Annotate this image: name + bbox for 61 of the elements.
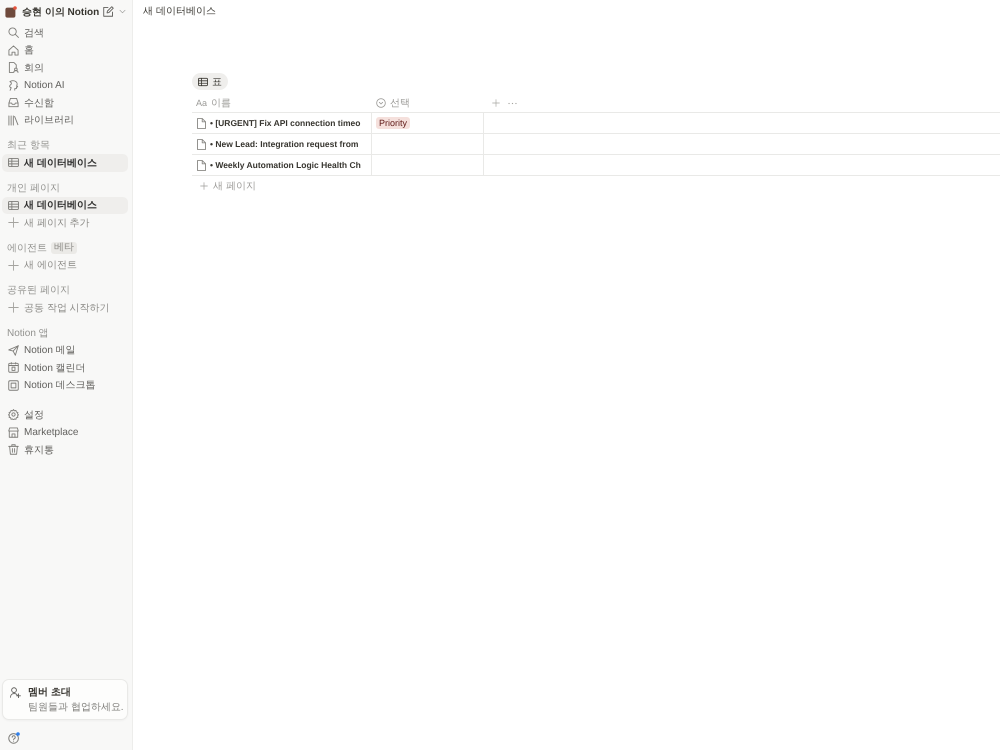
trash-icon: [8, 444, 19, 456]
sidebar-item[interactable]: 홈: [2, 42, 128, 59]
sidebar-item[interactable]: Notion 데스크톱: [2, 376, 128, 394]
sidebar-item[interactable]: Notion 캘린더: [2, 359, 128, 376]
row-title[interactable]: • [URGENT] Fix API connection timeo: [210, 118, 360, 128]
section-title: 공유된 페이지: [7, 284, 70, 297]
sidebar-item[interactable]: 회의: [2, 59, 128, 76]
sidebar-item[interactable]: 검색: [2, 24, 128, 42]
section-title: 에이전트: [7, 242, 47, 254]
person-plus-icon: [10, 686, 21, 698]
sidebar-item[interactable]: 새 데이터베이스: [2, 154, 128, 172]
plus-icon: [8, 260, 19, 271]
sidebar-item[interactable]: 라이브러리: [2, 112, 128, 129]
help-icon[interactable]: [8, 732, 20, 744]
plus-icon: [200, 182, 208, 190]
document-icon: [196, 138, 207, 150]
sidebar-item[interactable]: 수신함: [2, 94, 128, 112]
search-icon: [8, 27, 19, 38]
beta-badge: 베타: [51, 242, 77, 254]
plus-icon: [8, 302, 19, 314]
inbox-icon: [8, 97, 19, 108]
chevron-circle-icon: [376, 98, 386, 108]
sidebar-item[interactable]: 설정: [2, 406, 128, 424]
workspace-switcher[interactable]: 승현 이의 Notion: [2, 3, 102, 20]
view-tab[interactable]: 표: [192, 73, 228, 90]
settings-icon: [8, 409, 19, 420]
sidebar-item[interactable]: Notion 메일: [2, 342, 128, 359]
section-title: 최근 항목: [7, 139, 50, 152]
plus-icon[interactable]: [492, 99, 500, 107]
row-title[interactable]: • Weekly Automation Logic Health Ch: [210, 160, 361, 170]
plus-icon: [8, 217, 19, 228]
breadcrumb-link[interactable]: 새 데이터베이스: [142, 4, 217, 18]
document-person-icon: [8, 62, 19, 74]
window-icon: [8, 380, 19, 391]
chevron-down-icon[interactable]: [119, 8, 126, 15]
shop-icon: [8, 426, 19, 438]
row-title[interactable]: • New Lead: Integration request from: [210, 139, 358, 149]
sidebar-item[interactable]: 공동 작업 시작하기: [2, 299, 128, 316]
section-title: Notion 앱: [7, 326, 49, 340]
table-icon: [8, 200, 19, 211]
card-title: 멤버 초대: [28, 686, 72, 699]
sidebar-item[interactable]: Notion AI: [2, 76, 128, 94]
compose-icon[interactable]: [103, 6, 114, 17]
books-icon: [8, 114, 19, 126]
calendar-icon: [8, 362, 19, 374]
section-title: 개인 페이지: [7, 182, 60, 194]
card-subtitle: 팀원들과 협업하세요.: [28, 701, 124, 714]
sidebar-item[interactable]: 휴지통: [2, 441, 128, 458]
head-profile-icon: [8, 80, 19, 91]
select-tag: Priority: [376, 117, 410, 129]
table-icon: [198, 76, 208, 86]
paper-plane-icon: [8, 344, 19, 356]
sidebar-item[interactable]: 새 데이터베이스: [2, 196, 128, 214]
sidebar-item[interactable]: 새 페이지 추가: [2, 214, 128, 232]
table-icon: [8, 157, 19, 168]
home-icon: [8, 44, 19, 56]
sidebar-item[interactable]: Marketplace: [2, 424, 128, 441]
document-icon: [196, 160, 207, 170]
sidebar-item[interactable]: 새 에이전트: [2, 256, 128, 274]
workspace-avatar-icon: [5, 6, 17, 18]
document-icon: [196, 118, 207, 128]
